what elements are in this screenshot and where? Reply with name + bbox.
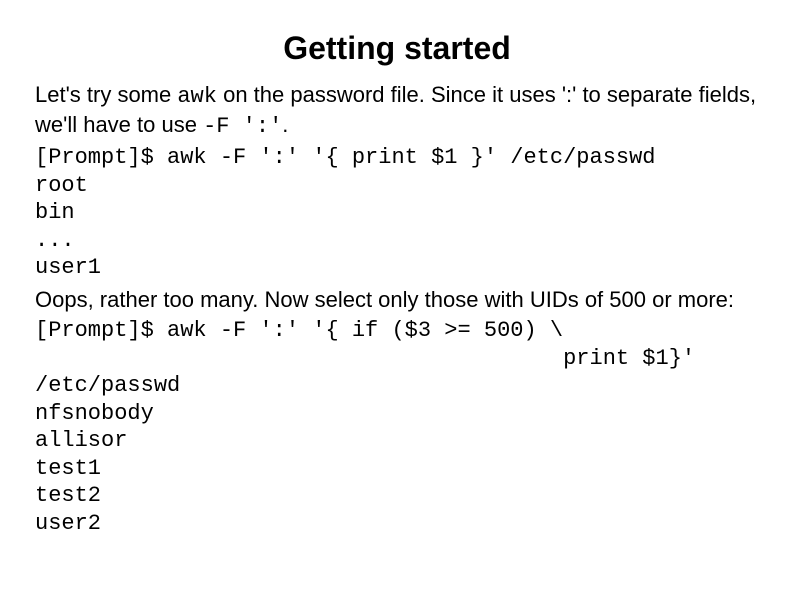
slide: Getting started Let's try some awk on th… bbox=[0, 0, 794, 595]
inline-code-flag: -F ':' bbox=[203, 114, 282, 139]
intro-paragraph: Let's try some awk on the password file.… bbox=[35, 81, 759, 140]
terminal-block-2: [Prompt]$ awk -F ':' '{ if ($3 >= 500) \… bbox=[35, 317, 759, 537]
followup-paragraph: Oops, rather too many. Now select only t… bbox=[35, 286, 759, 314]
intro-text-3: . bbox=[282, 112, 288, 137]
slide-title: Getting started bbox=[35, 30, 759, 67]
terminal-block-1: [Prompt]$ awk -F ':' '{ print $1 }' /etc… bbox=[35, 144, 759, 282]
inline-code-awk: awk bbox=[177, 84, 217, 109]
slide-body: Let's try some awk on the password file.… bbox=[35, 81, 759, 537]
intro-text-1: Let's try some bbox=[35, 82, 177, 107]
